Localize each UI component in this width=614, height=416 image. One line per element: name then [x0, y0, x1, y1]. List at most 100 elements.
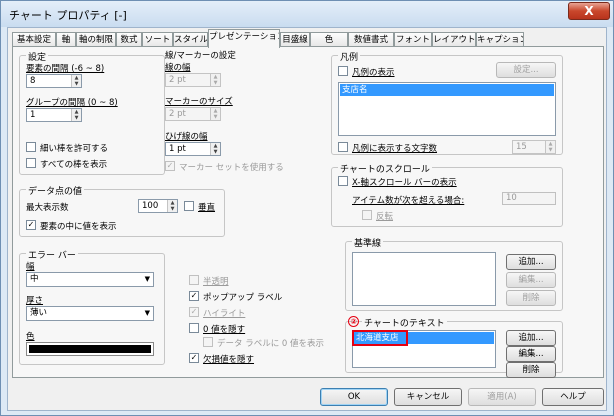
marker-size-spinner[interactable]: 2 pt ▲ ▼ — [165, 107, 221, 121]
show-legend-checkbox[interactable] — [338, 66, 348, 76]
vertical-checkbox[interactable] — [184, 201, 194, 211]
chart-properties-window: チャート プロパティ [-] X 基本設定 軸 軸の制限 数式 ソート スタイル… — [0, 0, 614, 416]
inside-values-checkbox[interactable]: ✓ — [26, 220, 36, 230]
reverse-label: 反転 — [376, 212, 394, 222]
element-spacing-label: 要素の間隔 (-6 ~ 8) — [26, 64, 105, 74]
vertical-label: 垂直 — [198, 203, 216, 213]
spinner-arrows-icon[interactable]: ▲ ▼ — [210, 143, 220, 155]
group-spacing-value: 1 — [30, 110, 36, 120]
max-count-spinner[interactable]: 100 ▲ ▼ — [138, 199, 178, 213]
highlight-checkbox[interactable]: ✓ — [189, 307, 199, 317]
spinner-arrows-icon[interactable]: ▲ ▼ — [210, 108, 220, 120]
chevron-down-icon[interactable]: ▼ — [145, 307, 150, 320]
show-zero-on-label-checkbox[interactable] — [203, 337, 213, 347]
apply-button[interactable]: 適用(A) — [468, 388, 536, 406]
hide-zero-label: 0 値を隠す — [203, 325, 246, 335]
tab-caption[interactable]: キャプション — [476, 32, 524, 47]
reverse-checkbox[interactable] — [362, 210, 372, 220]
tab-number-format[interactable]: 数値書式 — [348, 32, 394, 47]
show-legend-label: 凡例の表示 — [352, 68, 395, 78]
hide-zero-checkbox[interactable] — [189, 323, 199, 333]
popup-label-checkbox[interactable]: ✓ — [189, 291, 199, 301]
items-exceed-label: アイテム数が次を超える場合: — [352, 196, 465, 206]
error-thickness-label: 厚さ — [26, 296, 44, 306]
spinner-arrows-icon[interactable]: ▲ ▼ — [167, 200, 177, 212]
group-spacing-label: グループの間隔 (0 ~ 8) — [26, 98, 118, 108]
error-thickness-select[interactable]: 薄い ▼ — [26, 306, 154, 321]
legend-settings-button[interactable]: 設定... — [496, 62, 556, 78]
reference-delete-button[interactable]: 削除 — [506, 290, 556, 306]
show-all-bars-label: すべての棒を表示 — [40, 160, 108, 170]
reference-add-button[interactable]: 追加... — [506, 254, 556, 270]
error-color-label: 色 — [26, 332, 35, 342]
ok-button[interactable]: OK — [320, 388, 388, 406]
items-exceed-input[interactable]: 10 — [502, 192, 556, 205]
marker-size-label: マーカーのサイズ — [165, 97, 233, 107]
error-color-swatch[interactable] — [26, 342, 154, 356]
tab-basic[interactable]: 基本設定 — [12, 32, 56, 47]
chart-text-edit-button[interactable]: 編集... — [506, 346, 556, 362]
whisker-width-spinner[interactable]: 1 pt ▲ ▼ — [165, 142, 221, 156]
error-thickness-value: 薄い — [30, 308, 48, 318]
chevron-down-icon[interactable]: ▼ — [145, 273, 150, 286]
tab-color[interactable]: 色 — [310, 32, 348, 47]
show-zero-on-label-label: データ ラベルに 0 値を表示 — [217, 339, 325, 349]
whisker-width-label: ひげ線の幅 — [165, 132, 208, 142]
line-marker-title: 線/マーカーの設定 — [165, 51, 236, 61]
show-all-bars-checkbox[interactable] — [26, 158, 36, 168]
cancel-button[interactable]: キャンセル — [394, 388, 462, 406]
legend-list-item[interactable]: 支店名 — [340, 84, 554, 96]
allow-thin-bars-checkbox[interactable] — [26, 142, 36, 152]
close-button[interactable]: X — [568, 2, 610, 20]
legend-char-limit-value: 15 — [516, 142, 527, 152]
legend-listbox[interactable]: 支店名 — [338, 82, 556, 136]
spinner-arrows-icon[interactable]: ▲ ▼ — [210, 74, 220, 86]
reference-edit-button[interactable]: 編集... — [506, 272, 556, 288]
tab-presentation[interactable]: プレゼンテーション — [208, 29, 280, 48]
popup-label-label: ポップアップ ラベル — [203, 293, 283, 303]
tab-expressions[interactable]: 数式 — [116, 32, 142, 47]
x-scroll-checkbox[interactable] — [338, 176, 348, 186]
line-width-value: 2 pt — [169, 75, 186, 85]
element-spacing-spinner[interactable]: 8 ▲ ▼ — [26, 74, 82, 88]
inside-values-label: 要素の中に値を表示 — [40, 222, 117, 232]
error-color-fill — [29, 345, 151, 353]
window-title: チャート プロパティ [-] — [9, 9, 127, 22]
use-marker-set-checkbox[interactable]: ✓ — [165, 161, 175, 171]
chart-text-title: チャートのテキスト — [362, 316, 447, 329]
spinner-arrows-icon[interactable]: ▲ ▼ — [71, 75, 81, 87]
legend-char-limit-label: 凡例に表示する文字数 — [352, 144, 438, 154]
line-width-spinner[interactable]: 2 pt ▲ ▼ — [165, 73, 221, 87]
legend-char-limit-spinner[interactable]: 15 ▲ ▼ — [512, 140, 556, 154]
semi-transparent-checkbox[interactable] — [189, 275, 199, 285]
error-width-select[interactable]: 中 ▼ — [26, 272, 154, 287]
settings-group: 設定 要素の間隔 (-6 ~ 8) 8 ▲ ▼ グループの間隔 (0 ~ 8) 1 ▲… — [19, 50, 165, 175]
help-button[interactable]: ヘルプ — [542, 388, 604, 406]
hide-missing-checkbox[interactable]: ✓ — [189, 353, 199, 363]
tab-style[interactable]: スタイル — [173, 32, 208, 47]
tab-axis[interactable]: 軸 — [56, 32, 76, 47]
group-spacing-spinner[interactable]: 1 ▲ ▼ — [26, 108, 82, 122]
reference-lines-title: 基準線 — [352, 236, 384, 249]
scroll-group: チャートのスクロール X-軸スクロール バーの表示 アイテム数が次を超える場合:… — [331, 162, 563, 227]
tab-sort[interactable]: ソート — [142, 32, 173, 47]
presentation-page: 設定 要素の間隔 (-6 ~ 8) 8 ▲ ▼ グループの間隔 (0 ~ 8) 1 ▲… — [12, 46, 604, 378]
max-count-value: 100 — [142, 201, 159, 211]
reference-lines-listbox[interactable] — [352, 252, 496, 306]
data-values-title: データ点の値 — [26, 184, 85, 197]
legend-char-limit-checkbox[interactable] — [338, 142, 348, 152]
spinner-arrows-icon[interactable]: ▲ ▼ — [71, 109, 81, 121]
tab-axis-limits[interactable]: 軸の制限 — [76, 32, 116, 47]
data-values-group: データ点の値 最大表示数 100 ▲ ▼ 垂直 ✓ 要素の中に値を表示 — [19, 184, 225, 237]
chart-text-group: ② チャートのテキスト 北海道支店 追加... 編集... 削除 — [345, 316, 563, 378]
whisker-width-value: 1 pt — [169, 144, 186, 154]
hide-missing-label: 欠損値を隠す — [203, 355, 255, 365]
tab-font[interactable]: フォント — [394, 32, 432, 47]
spinner-arrows-icon[interactable]: ▲ ▼ — [545, 141, 555, 153]
chart-text-add-button[interactable]: 追加... — [506, 330, 556, 346]
element-spacing-value: 8 — [30, 76, 36, 86]
chart-text-delete-button[interactable]: 削除 — [506, 362, 556, 378]
tab-layout[interactable]: レイアウト — [432, 32, 476, 47]
legend-title: 凡例 — [338, 50, 361, 63]
tab-gridlines[interactable]: 目盛線 — [280, 32, 310, 47]
